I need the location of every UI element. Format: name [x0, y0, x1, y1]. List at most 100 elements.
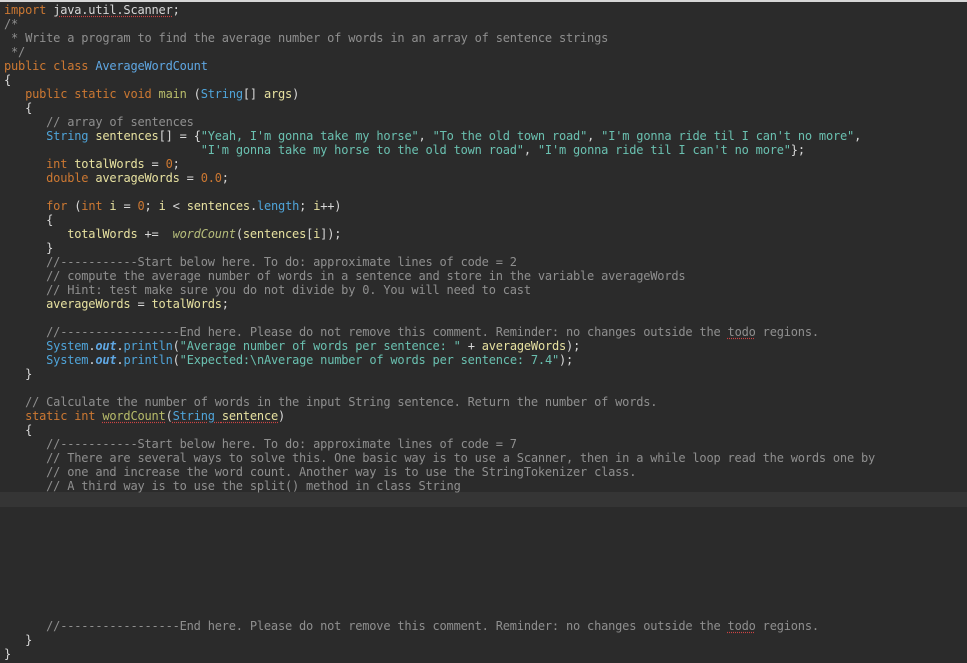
code-token: //-----------Start below here. To do: ap…: [4, 437, 517, 451]
code-token: []: [242, 87, 264, 101]
code-line[interactable]: * Write a program to find the average nu…: [4, 31, 608, 45]
code-line[interactable]: averageWords = totalWords;: [4, 297, 229, 311]
code-token: ): [278, 409, 286, 423]
code-line[interactable]: // Hint: test make sure you do not divid…: [4, 283, 531, 297]
code-line[interactable]: //-----------Start below here. To do: ap…: [4, 255, 517, 269]
code-line[interactable]: {: [4, 213, 53, 227]
code-token: totalWords: [74, 157, 145, 171]
code-token: int: [46, 157, 68, 171]
code-token: wordCount: [102, 409, 166, 423]
code-line[interactable]: int totalWords = 0;: [4, 157, 180, 171]
code-token: println: [123, 339, 173, 353]
code-line[interactable]: {: [4, 101, 32, 115]
code-line[interactable]: }: [4, 647, 11, 661]
code-token: (: [235, 227, 243, 241]
code-token: import: [4, 3, 54, 17]
code-token: ;: [221, 297, 229, 311]
code-line[interactable]: }: [4, 633, 32, 647]
code-token: double: [46, 171, 89, 185]
code-line[interactable]: double averageWords = 0.0;: [4, 171, 229, 185]
code-token: // Calculate the number of words in the …: [4, 395, 658, 409]
code-line[interactable]: //-----------Start below here. To do: ap…: [4, 437, 517, 451]
code-line[interactable]: totalWords += wordCount(sentences[i]);: [4, 227, 341, 241]
code-token: int: [81, 199, 103, 213]
code-token: args: [263, 87, 293, 101]
code-token: {: [4, 213, 54, 227]
code-token: =: [116, 199, 138, 213]
code-line[interactable]: "I'm gonna take my horse to the old town…: [4, 143, 805, 157]
code-line[interactable]: {: [4, 73, 11, 87]
code-token: ,: [587, 129, 602, 143]
code-token: sentence: [221, 409, 279, 423]
code-token: regions.: [755, 619, 819, 633]
code-token: static int: [25, 409, 103, 423]
code-token: ;: [144, 199, 159, 213]
code-token: ;: [172, 3, 180, 17]
editor-top-border: [0, 0, 967, 2]
code-line[interactable]: }: [4, 241, 53, 255]
code-token: for: [46, 199, 68, 213]
code-token: =: [130, 297, 152, 311]
code-token: ;: [172, 157, 180, 171]
code-line[interactable]: // Calculate the number of words in the …: [4, 395, 657, 409]
code-token: totalWords: [151, 297, 222, 311]
code-token: String: [172, 409, 215, 423]
code-line[interactable]: System.out.println("Average number of wo…: [4, 339, 580, 353]
code-line[interactable]: */: [4, 45, 25, 59]
code-token: ++): [320, 199, 342, 213]
code-line[interactable]: // array of sentences: [4, 115, 194, 129]
code-line[interactable]: static int wordCount(String sentence): [4, 409, 285, 423]
code-token: };: [790, 143, 805, 157]
code-token: // There are several ways to solve this.…: [4, 451, 876, 465]
code-token: ;: [299, 199, 314, 213]
code-line[interactable]: import java.util.Scanner;: [4, 3, 180, 17]
code-line[interactable]: String sentences[] = {"Yeah, I'm gonna t…: [4, 129, 861, 143]
code-token: (: [67, 199, 82, 213]
code-token: 0: [165, 157, 173, 171]
code-token: wordCount: [172, 227, 236, 241]
code-token: String: [46, 129, 89, 143]
code-line[interactable]: // A third way is to use the split() met…: [4, 479, 461, 493]
code-line[interactable]: // compute the average number of words i…: [4, 269, 685, 283]
code-editor[interactable]: import java.util.Scanner;/* * Write a pr…: [0, 0, 967, 663]
code-token: ,: [418, 129, 433, 143]
code-line[interactable]: System.out.println("Expected:\nAverage n…: [4, 353, 573, 367]
code-line[interactable]: // one and increase the word count. Anot…: [4, 465, 636, 479]
code-token: // compute the average number of words i…: [4, 269, 686, 283]
code-token: // one and increase the word count. Anot…: [4, 465, 637, 479]
code-token: sentences: [95, 129, 159, 143]
code-token: // Hint: test make sure you do not divid…: [4, 283, 531, 297]
code-line[interactable]: for (int i = 0; i < sentences.length; i+…: [4, 199, 341, 213]
code-token: +=: [137, 227, 173, 241]
code-token: public class: [4, 59, 96, 73]
code-token: }: [4, 241, 54, 255]
code-token: }: [4, 647, 12, 661]
code-token: =: [179, 171, 201, 185]
code-token: * Write a program to find the average nu…: [4, 31, 609, 45]
code-line[interactable]: // There are several ways to solve this.…: [4, 451, 875, 465]
code-token: System: [46, 353, 89, 367]
code-line[interactable]: //-----------------End here. Please do n…: [4, 619, 819, 633]
current-line-highlight: [0, 492, 967, 507]
code-line[interactable]: public class AverageWordCount: [4, 59, 208, 73]
code-token: averageWords: [481, 339, 567, 353]
code-line[interactable]: }: [4, 367, 32, 381]
code-token: "Yeah, I'm gonna take my horse": [200, 129, 419, 143]
code-token: }: [4, 633, 33, 647]
code-line[interactable]: /*: [4, 17, 18, 31]
code-token: .: [249, 199, 257, 213]
code-line[interactable]: //-----------------End here. Please do n…: [4, 325, 819, 339]
code-token: regions.: [755, 325, 819, 339]
code-token: "Average number of words per sentence: ": [179, 339, 461, 353]
code-line[interactable]: public static void main (String[] args): [4, 87, 299, 101]
code-token: (: [172, 353, 180, 367]
code-token: //-----------------End here. Please do n…: [4, 619, 728, 633]
code-line[interactable]: {: [4, 423, 32, 437]
